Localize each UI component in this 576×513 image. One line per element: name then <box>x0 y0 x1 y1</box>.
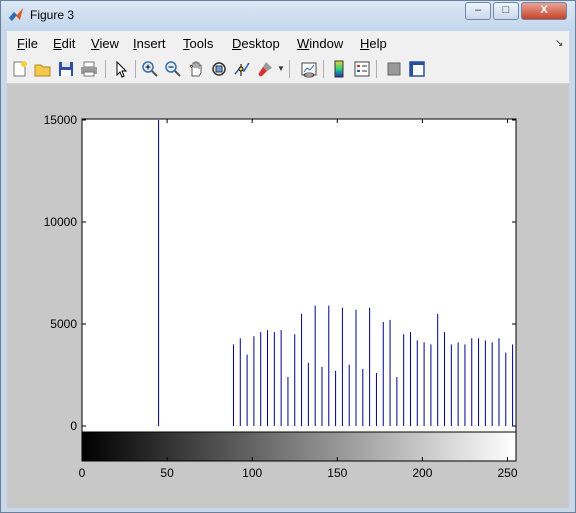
save-icon[interactable] <box>57 60 75 78</box>
toolbar-separator <box>376 60 377 78</box>
rotate-3d-icon[interactable] <box>210 60 228 78</box>
toolbar-separator <box>323 60 324 78</box>
histogram-plot: 0 5000 10000 15000 0 50 100 150 200 250 <box>44 113 518 480</box>
new-figure-icon[interactable] <box>11 60 29 78</box>
figure-canvas: 0 5000 10000 15000 0 50 100 150 200 250 <box>7 84 569 508</box>
maximize-button[interactable]: □ <box>493 2 519 20</box>
title-bar[interactable]: Figure 3 – □ X <box>1 1 575 31</box>
x-tick-label: 0 <box>79 466 86 480</box>
data-cursor-icon[interactable] <box>233 60 251 78</box>
brush-icon[interactable] <box>256 60 274 78</box>
minimize-button[interactable]: – <box>465 2 491 20</box>
matlab-logo-icon <box>9 8 23 21</box>
link-plot-icon[interactable] <box>300 60 318 78</box>
toolbar-separator <box>105 60 106 78</box>
y-tick-label: 5000 <box>50 317 77 331</box>
brush-dropdown-icon[interactable]: ▼ <box>277 64 285 73</box>
hide-plot-tools-icon[interactable] <box>385 60 403 78</box>
y-tick-label: 10000 <box>44 215 78 229</box>
print-icon[interactable] <box>80 60 98 78</box>
x-tick-label: 50 <box>160 466 174 480</box>
show-plot-tools-icon[interactable] <box>408 60 426 78</box>
menu-file[interactable]: File <box>17 36 38 51</box>
toolbar-separator <box>135 60 136 78</box>
colorbar-icon[interactable] <box>330 60 348 78</box>
x-tick-label: 150 <box>327 466 347 480</box>
menu-dock-arrow-icon[interactable]: ↘ <box>555 38 563 49</box>
close-button[interactable]: X <box>521 2 567 20</box>
y-tick-label: 15000 <box>44 113 78 127</box>
menu-bar: File Edit View Insert Tools Desktop Window Help <box>7 31 569 55</box>
menu-insert[interactable]: Insert <box>133 36 166 51</box>
pointer-icon[interactable] <box>112 60 130 78</box>
menu-view[interactable]: View <box>91 36 119 51</box>
toolbar-separator <box>289 60 290 78</box>
menu-desktop[interactable]: Desktop <box>232 36 280 51</box>
grayscale-colorbar <box>81 431 517 462</box>
open-file-icon[interactable] <box>34 60 52 78</box>
x-tick-label: 200 <box>412 466 432 480</box>
figure-client-area: File Edit View Insert Tools Desktop Window Help… <box>7 31 569 508</box>
x-tick-label: 250 <box>497 466 517 480</box>
x-tick-label: 100 <box>242 466 262 480</box>
menu-edit[interactable]: Edit <box>53 36 75 51</box>
figure-toolbar: ▼ <box>7 55 569 84</box>
menu-window[interactable]: Window <box>297 36 343 51</box>
window-title: Figure 3 <box>30 8 75 22</box>
y-tick-label: 0 <box>70 419 77 433</box>
legend-icon[interactable] <box>353 60 371 78</box>
pan-icon[interactable] <box>187 60 205 78</box>
zoom-out-icon[interactable] <box>164 60 182 78</box>
menu-help[interactable]: Help <box>360 36 387 51</box>
figure-window: Figure 3 – □ X File Edit View Insert Tools De… <box>0 0 576 513</box>
zoom-in-icon[interactable] <box>141 60 159 78</box>
menu-tools[interactable]: Tools <box>183 36 213 51</box>
